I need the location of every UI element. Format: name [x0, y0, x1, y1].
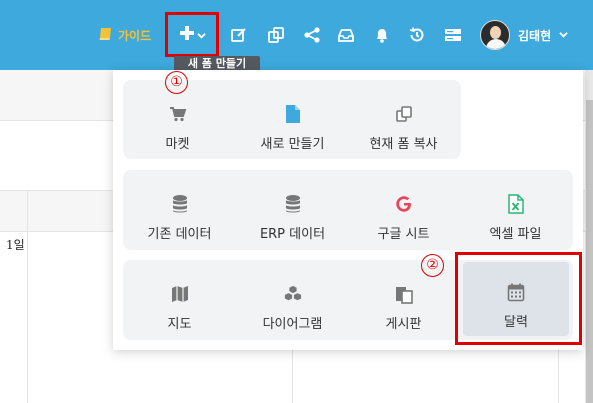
tooltip: 새 폼 만들기: [174, 56, 260, 70]
menu-item-label: 기존 데이터: [147, 227, 212, 242]
menu-item-label: 게시판: [385, 317, 422, 332]
scrollbar-thumb[interactable]: [586, 100, 593, 403]
menu-item-existing-data[interactable]: 기존 데이터: [127, 178, 232, 242]
menu-item-diagram[interactable]: 다이어그램: [240, 268, 345, 332]
annotation-step-2: ②: [421, 254, 444, 277]
google-icon: [394, 194, 414, 214]
top-navigation-bar: 가이드 김태현: [0, 0, 593, 70]
menu-item-board[interactable]: 게시판: [351, 268, 456, 332]
menu-item-copy-form[interactable]: 현재 폼 복사: [351, 88, 456, 152]
cubes-icon: [283, 284, 303, 304]
server-icon[interactable]: [442, 24, 464, 46]
menu-item-label: 다이어그램: [262, 317, 323, 332]
database-icon: [170, 194, 190, 214]
edit-icon[interactable]: [228, 24, 250, 46]
menu-group-data: 기존 데이터 ERP 데이터 구글 시트 엑셀 파일: [123, 170, 573, 250]
annotation-highlight-box: [455, 252, 582, 345]
chevron-down-icon: [196, 25, 206, 44]
chevron-down-icon: [559, 28, 568, 42]
inbox-icon[interactable]: [335, 24, 357, 46]
user-name: 김태현: [518, 28, 552, 43]
guide-link[interactable]: 가이드: [98, 26, 151, 44]
history-icon[interactable]: [406, 24, 428, 46]
database-icon: [283, 194, 303, 214]
menu-item-erp-data[interactable]: ERP 데이터: [240, 178, 345, 242]
file-icon: [283, 104, 303, 124]
calendar-day-label: 1일: [6, 238, 25, 252]
calendar-column-divider: [27, 190, 28, 403]
share-icon[interactable]: [301, 24, 323, 46]
menu-item-market[interactable]: 마켓: [125, 88, 230, 152]
book-icon: [98, 27, 114, 44]
annotation-step-1: ①: [165, 71, 188, 94]
menu-item-new[interactable]: 새로 만들기: [240, 88, 345, 152]
copy-icon[interactable]: [265, 24, 287, 46]
bell-icon[interactable]: [371, 24, 393, 46]
menu-item-excel-file[interactable]: 엑셀 파일: [463, 178, 568, 242]
map-icon: [170, 284, 190, 304]
board-icon: [394, 284, 414, 304]
plus-icon: [179, 25, 195, 45]
excel-icon: [506, 194, 526, 214]
menu-item-label: 구글 시트: [377, 227, 430, 242]
menu-item-label: 현재 폼 복사: [369, 137, 438, 152]
menu-item-label: 지도: [167, 317, 192, 332]
menu-item-google-sheet[interactable]: 구글 시트: [351, 178, 456, 242]
menu-item-label: ERP 데이터: [259, 227, 326, 242]
new-form-button[interactable]: [165, 12, 219, 57]
avatar: [480, 20, 510, 50]
user-menu[interactable]: 김태현: [480, 20, 568, 50]
copy-icon: [394, 104, 414, 124]
menu-item-label: 새로 만들기: [260, 137, 325, 152]
guide-label: 가이드: [118, 28, 152, 43]
menu-item-map[interactable]: 지도: [127, 268, 232, 332]
cart-icon: [168, 104, 188, 124]
menu-item-label: 마켓: [165, 137, 190, 152]
menu-item-label: 엑셀 파일: [489, 227, 542, 242]
